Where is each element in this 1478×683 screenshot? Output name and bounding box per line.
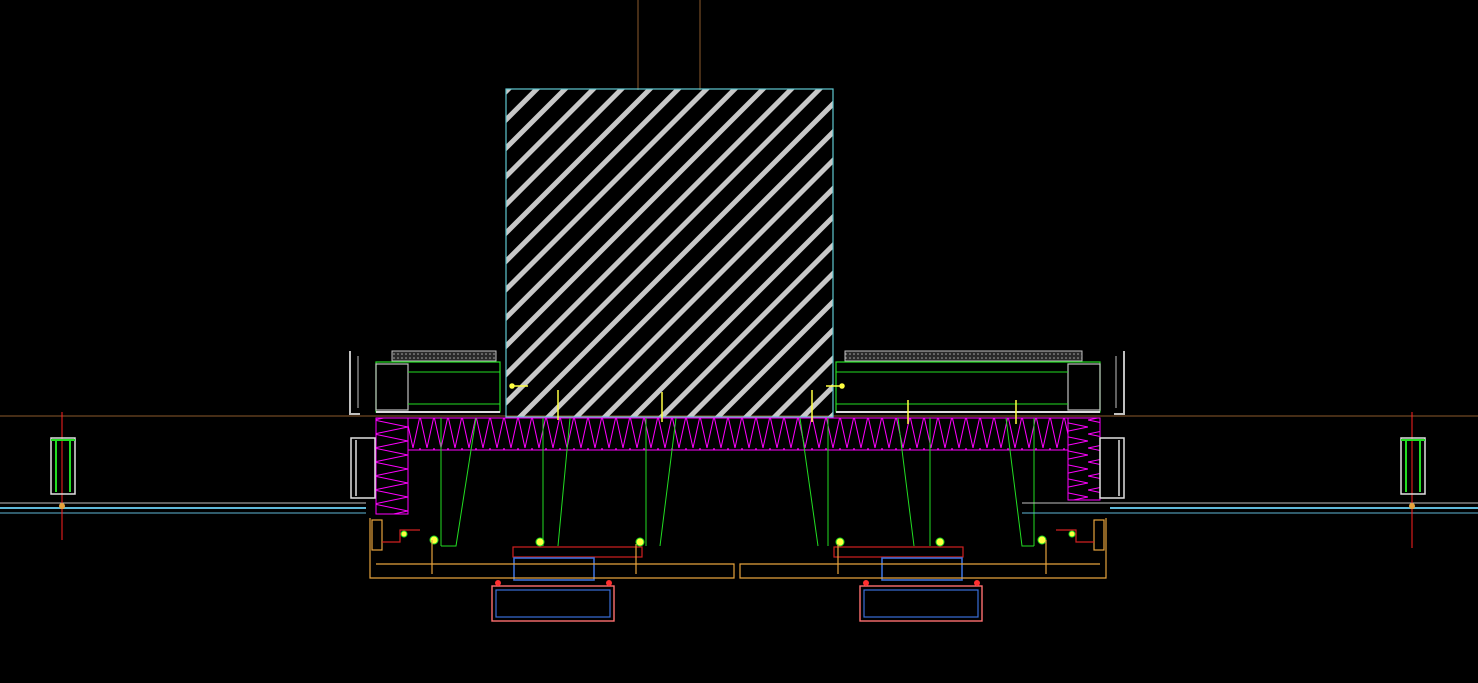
panel-skin <box>391 350 497 362</box>
cad-viewport[interactable] <box>0 0 1478 683</box>
drain-bolt <box>495 580 501 586</box>
insulation-side-right <box>1067 417 1101 501</box>
drain-bolt <box>863 580 869 586</box>
gutter-box-inner <box>495 589 611 618</box>
mullion-far-left[interactable] <box>50 412 76 540</box>
insulation-layer[interactable] <box>375 417 1101 515</box>
top-panel-left[interactable] <box>349 350 501 415</box>
gutter-right[interactable] <box>833 546 983 622</box>
gutter-box-inner <box>863 589 979 618</box>
gutter-channel <box>881 557 963 581</box>
side-mullion-right <box>1099 437 1125 499</box>
gutter-flange <box>512 546 643 558</box>
top-panel-right[interactable] <box>835 350 1125 415</box>
glazing-left[interactable] <box>0 502 366 514</box>
bracket-clusters <box>400 530 1076 547</box>
panel-skin <box>844 350 1083 362</box>
mullion-far-right[interactable] <box>1400 412 1426 548</box>
steel-tube <box>1067 363 1101 411</box>
mullion-body <box>1400 437 1426 495</box>
steel-tube <box>375 363 409 411</box>
gutter-left[interactable] <box>491 546 643 622</box>
insulation-side-left <box>375 417 409 515</box>
insulation-band <box>407 417 1069 451</box>
gasket <box>59 503 65 509</box>
column-hatch <box>506 89 833 417</box>
gutter-box <box>491 585 615 622</box>
gutter-box <box>859 585 983 622</box>
mullion-body <box>50 437 76 495</box>
red-flashing <box>382 529 1094 543</box>
drain-bolt <box>606 580 612 586</box>
section-drawing <box>0 0 1478 622</box>
gutter-channel <box>513 557 595 581</box>
gutter-flange <box>833 546 964 558</box>
concrete-column[interactable] <box>505 88 834 418</box>
side-mullion-left <box>350 437 376 499</box>
hanger-rods <box>371 519 1105 574</box>
drain-bolt <box>974 580 980 586</box>
soffit-trim <box>369 518 1107 579</box>
gasket <box>1409 503 1415 509</box>
